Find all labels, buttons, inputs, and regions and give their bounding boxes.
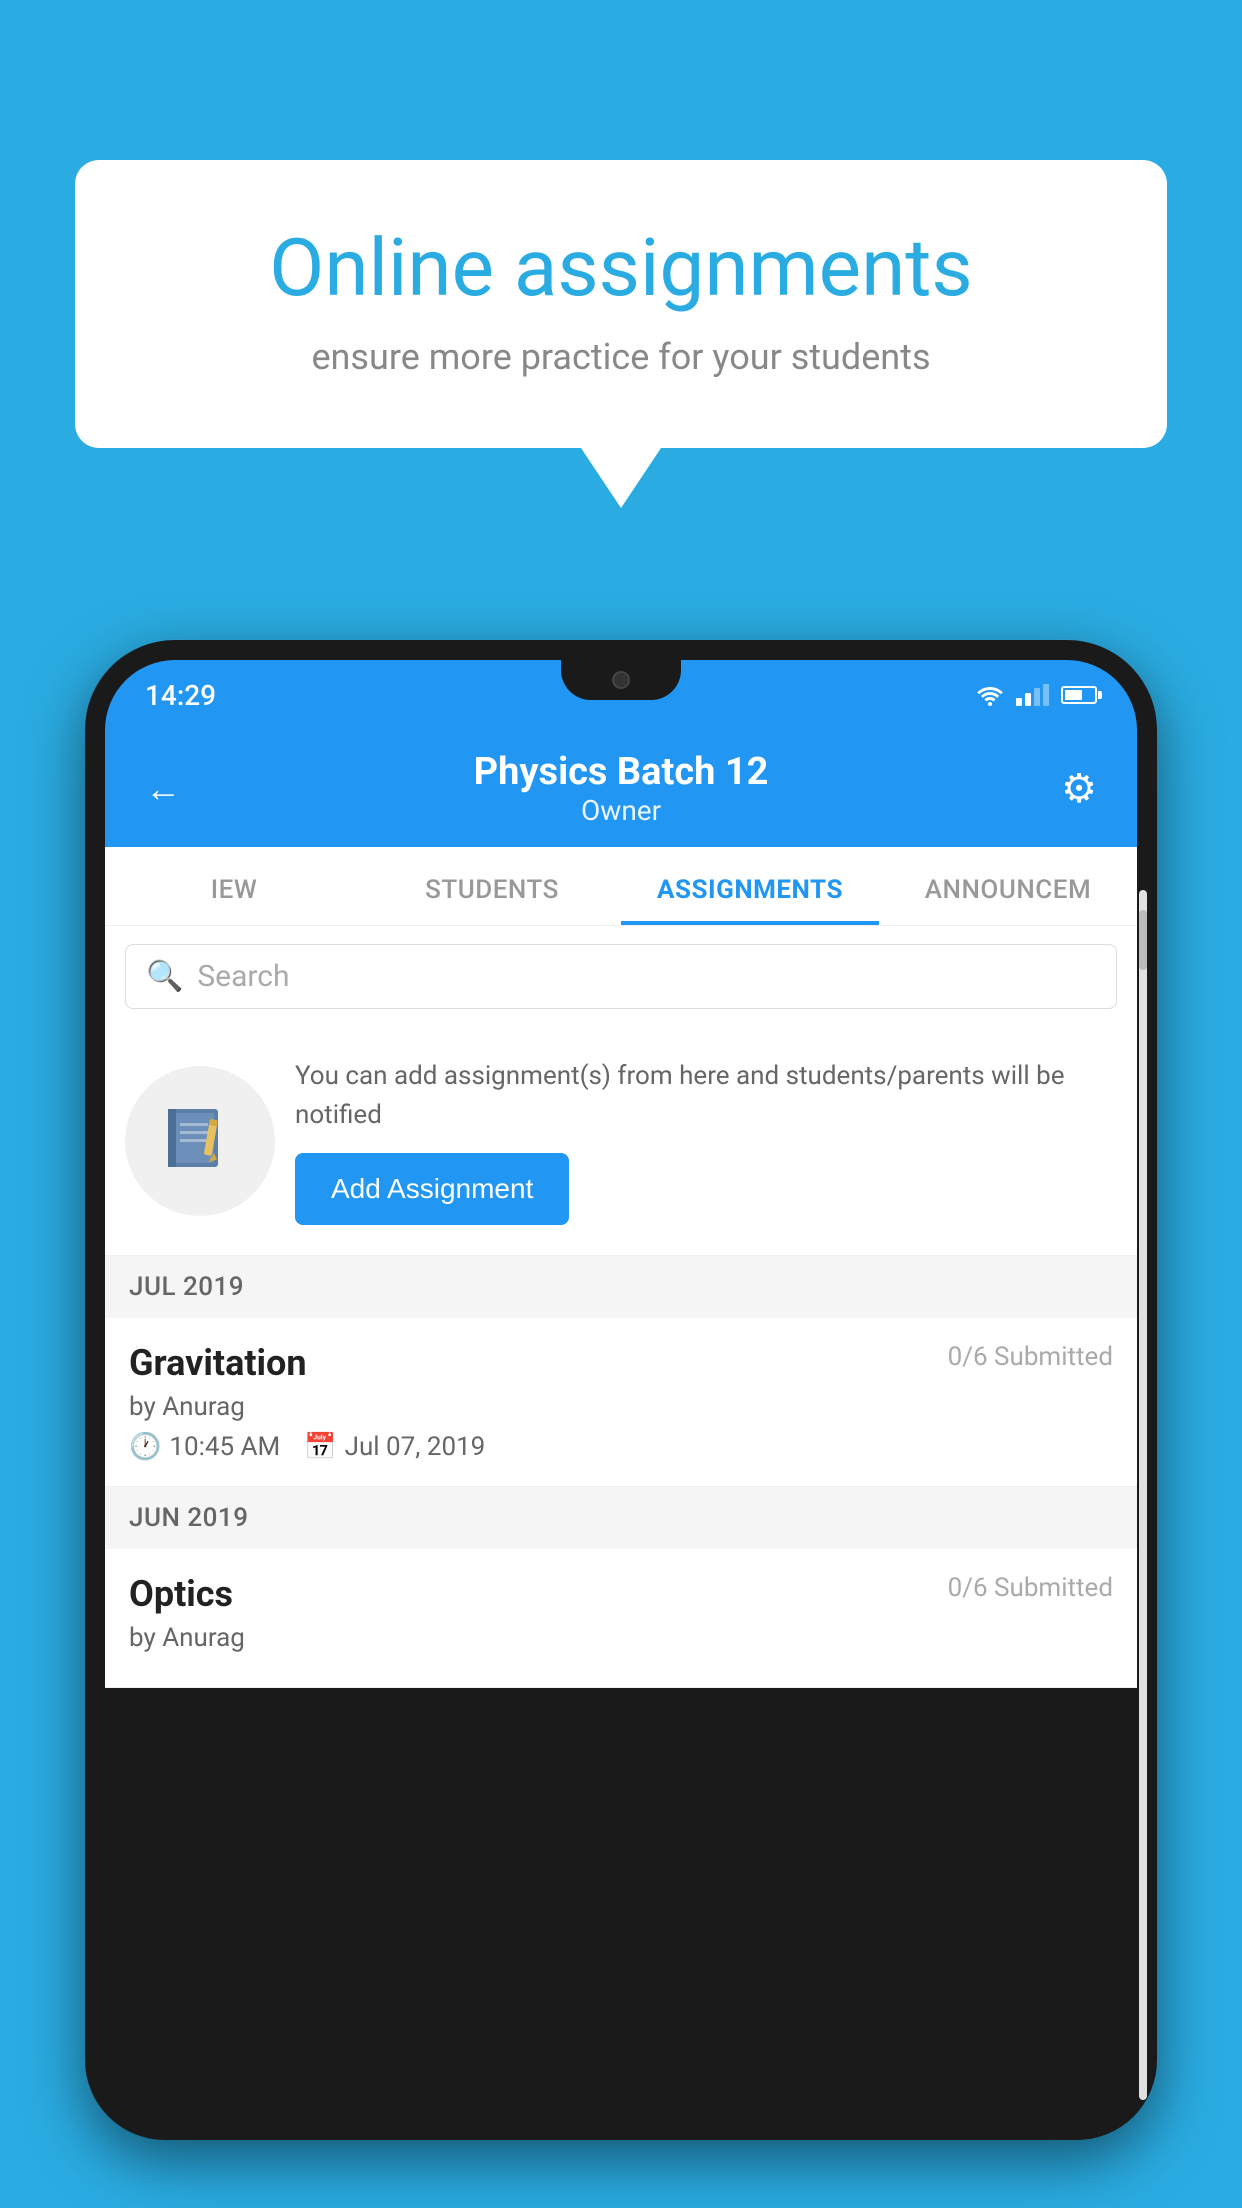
search-bar[interactable]: 🔍 Search [125, 944, 1117, 1009]
promo-section: You can add assignment(s) from here and … [105, 1027, 1137, 1256]
scrollbar-thumb[interactable] [1139, 910, 1147, 970]
screen-content: 🔍 Search [105, 926, 1137, 1688]
phone-outer: 14:29 ← [85, 640, 1157, 2140]
assignment-date-value: Jul 07, 2019 [345, 1432, 486, 1462]
tab-students[interactable]: STUDENTS [363, 847, 621, 925]
header-center: Physics Batch 12 Owner [474, 750, 769, 827]
optics-submitted: 0/6 Submitted [948, 1573, 1113, 1603]
optics-name: Optics [129, 1573, 233, 1615]
section-header-jul: JUL 2019 [105, 1256, 1137, 1318]
promo-icon-circle [125, 1066, 275, 1216]
scrollbar-track [1139, 890, 1147, 2100]
tab-announcements[interactable]: ANNOUNCEM [879, 847, 1137, 925]
status-time: 14:29 [145, 679, 216, 712]
clock-icon: 🕐 [129, 1432, 161, 1462]
tabs-bar: IEW STUDENTS ASSIGNMENTS ANNOUNCEM [105, 847, 1137, 926]
assignment-date: 📅 Jul 07, 2019 [304, 1432, 485, 1462]
assignment-name: Gravitation [129, 1342, 307, 1384]
search-bar-container: 🔍 Search [105, 926, 1137, 1027]
calendar-icon: 📅 [304, 1432, 336, 1462]
settings-icon[interactable]: ⚙ [1061, 765, 1097, 812]
promo-right: You can add assignment(s) from here and … [295, 1057, 1117, 1225]
tab-iew[interactable]: IEW [105, 847, 363, 925]
assignment-row1: Gravitation 0/6 Submitted [129, 1342, 1113, 1384]
notebook-icon [160, 1101, 240, 1181]
search-placeholder: Search [197, 959, 289, 994]
section-header-jun: JUN 2019 [105, 1487, 1137, 1549]
app-header: ← Physics Batch 12 Owner ⚙ [105, 730, 1137, 847]
back-button[interactable]: ← [145, 768, 181, 810]
status-icons [976, 684, 1097, 706]
signal-icon [1016, 684, 1049, 706]
speech-bubble-subtitle: ensure more practice for your students [155, 336, 1087, 378]
assignment-meta: 🕐 10:45 AM 📅 Jul 07, 2019 [129, 1432, 1113, 1462]
promo-description: You can add assignment(s) from here and … [295, 1057, 1117, 1135]
assignment-time-value: 10:45 AM [169, 1432, 280, 1462]
assignment-item-optics[interactable]: Optics 0/6 Submitted by Anurag [105, 1549, 1137, 1688]
phone-camera [612, 671, 630, 689]
phone-wrapper: 14:29 ← [85, 640, 1157, 2208]
header-subtitle: Owner [474, 794, 769, 827]
speech-bubble: Online assignments ensure more practice … [75, 160, 1167, 448]
optics-by: by Anurag [129, 1623, 1113, 1653]
tab-assignments[interactable]: ASSIGNMENTS [621, 847, 879, 925]
assignment-item-gravitation[interactable]: Gravitation 0/6 Submitted by Anurag 🕐 10… [105, 1318, 1137, 1487]
assignment-by: by Anurag [129, 1392, 1113, 1422]
speech-bubble-wrapper: Online assignments ensure more practice … [75, 160, 1167, 508]
speech-bubble-arrow [581, 448, 661, 508]
phone-notch [561, 660, 681, 700]
optics-row1: Optics 0/6 Submitted [129, 1573, 1113, 1615]
assignment-submitted: 0/6 Submitted [948, 1342, 1113, 1372]
header-title: Physics Batch 12 [474, 750, 769, 794]
battery-icon [1061, 686, 1097, 704]
assignment-time: 🕐 10:45 AM [129, 1432, 280, 1462]
speech-bubble-title: Online assignments [155, 220, 1087, 316]
add-assignment-button[interactable]: Add Assignment [295, 1153, 569, 1225]
search-icon: 🔍 [146, 959, 183, 994]
battery-fill [1065, 690, 1082, 700]
wifi-icon [976, 684, 1004, 706]
